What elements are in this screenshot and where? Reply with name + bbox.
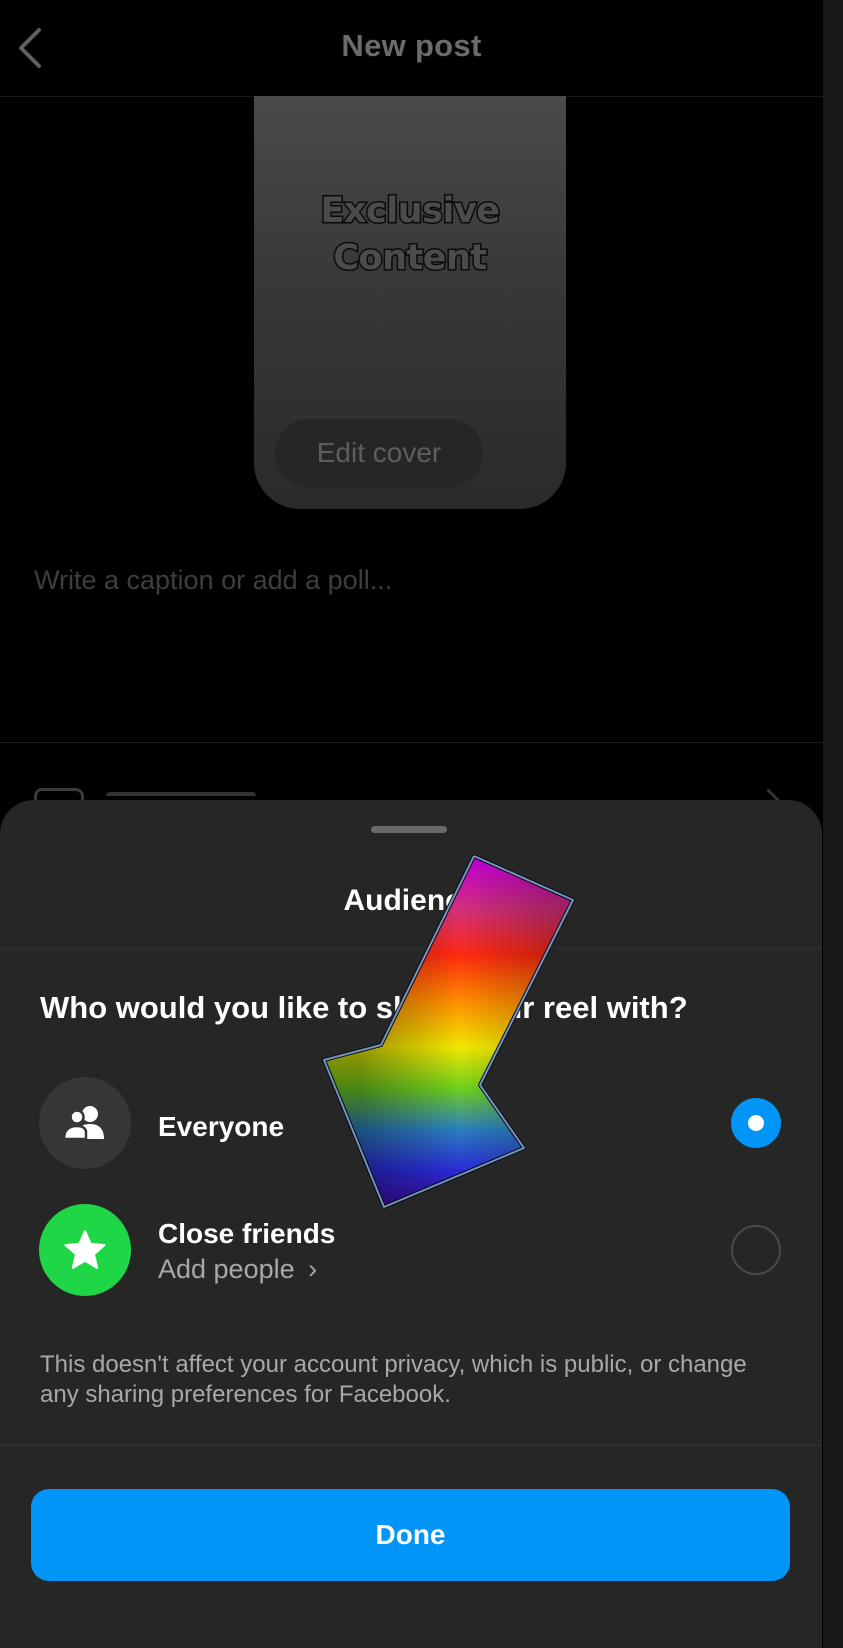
drag-handle[interactable] <box>371 826 447 833</box>
cover-text-line1: Exclusive <box>319 190 502 233</box>
option-everyone-label: Everyone <box>158 1111 285 1142</box>
add-people-label: Add people <box>158 1254 295 1284</box>
cover-overlay-text: Exclusive Content <box>254 188 566 282</box>
audience-sheet: Audience Who would you like to share you… <box>0 800 822 1648</box>
edit-cover-button[interactable]: Edit cover <box>275 419 483 487</box>
option-everyone[interactable]: Everyone <box>0 1077 822 1177</box>
header: New post <box>0 0 823 97</box>
chevron-right-small-icon: › <box>308 1254 318 1284</box>
privacy-disclaimer: This doesn't affect your account privacy… <box>40 1351 747 1408</box>
add-people-link[interactable]: Add people › <box>158 1254 317 1285</box>
reel-cover-preview[interactable]: Exclusive Content Edit cover <box>254 96 566 509</box>
radio-selected-dot <box>748 1115 764 1131</box>
everyone-radio[interactable] <box>731 1098 781 1148</box>
screen: New post Exclusive Content Edit cover Au… <box>0 0 843 1648</box>
sheet-divider <box>0 948 822 949</box>
star-icon <box>64 1230 106 1269</box>
option-close-friends[interactable]: Close friends Add people › <box>0 1204 822 1304</box>
sheet-divider-bottom <box>0 1445 822 1446</box>
sheet-title: Audience <box>343 884 479 917</box>
close-friends-radio[interactable] <box>731 1225 781 1275</box>
page-title: New post <box>341 28 482 63</box>
right-edge-strip <box>823 0 843 1648</box>
done-button[interactable]: Done <box>31 1489 790 1581</box>
divider <box>0 742 823 743</box>
everyone-icon-circle <box>39 1077 131 1169</box>
caption-input[interactable] <box>34 565 794 596</box>
cover-text-line2: Content <box>332 237 489 280</box>
close-friends-icon-circle <box>39 1204 131 1296</box>
people-icon <box>62 1106 104 1141</box>
audience-question: Who would you like to share your reel wi… <box>40 990 688 1025</box>
option-close-friends-label: Close friends <box>158 1218 336 1249</box>
